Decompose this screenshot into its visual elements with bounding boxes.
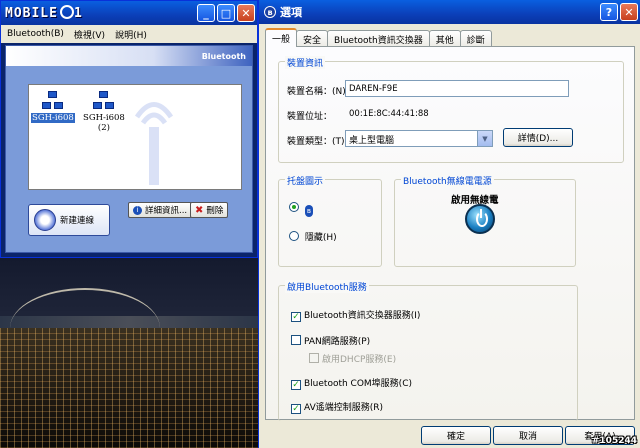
service-exchanger-checkbox[interactable]: ✓ bbox=[291, 312, 301, 322]
device-type-select[interactable]: 桌上型電腦 ▼ bbox=[345, 130, 493, 147]
service-av-remote-label: AV遙端控制服務(R) bbox=[304, 403, 384, 413]
tray-hide-radio[interactable] bbox=[289, 231, 299, 241]
maximize-button[interactable]: □ bbox=[217, 4, 235, 22]
ok-button[interactable]: 確定 bbox=[421, 426, 491, 445]
device-item-2[interactable]: SGH-i608 (2) bbox=[83, 91, 125, 133]
delete-icon: ✖ bbox=[195, 204, 204, 216]
service-av-remote-checkbox[interactable]: ✓ bbox=[291, 404, 301, 414]
signal-watermark-icon bbox=[134, 102, 174, 185]
service-pan-label: PAN網路服務(P) bbox=[304, 337, 371, 347]
cancel-button[interactable]: 取消 bbox=[493, 426, 563, 445]
info-icon: i bbox=[133, 205, 142, 215]
menu-bluetooth[interactable]: Bluetooth(B) bbox=[7, 29, 64, 39]
left-titlebar[interactable]: MOBILE 1 _ □ ✕ bbox=[1, 1, 257, 25]
tray-icon-legend: 托盤圖示 bbox=[285, 174, 326, 187]
tab-strip: 一般 安全 Bluetooth資訊交換器 其他 診斷 bbox=[265, 28, 492, 47]
dialog-close-button[interactable]: ✕ bbox=[620, 3, 638, 21]
tray-show-radio[interactable] bbox=[289, 202, 299, 212]
wallpaper-bridge bbox=[10, 288, 160, 328]
dialog-title: 選項 bbox=[280, 6, 302, 19]
options-dialog: ʙ 選項 ? ✕ 一般 安全 Bluetooth資訊交換器 其他 診斷 裝置資訊… bbox=[258, 0, 640, 448]
service-exchanger[interactable]: ✓ Bluetooth資訊交換器服務(I) bbox=[291, 308, 420, 322]
computer-network-icon bbox=[41, 91, 64, 111]
device-address-label: 裝置位址： bbox=[287, 112, 333, 122]
device-name-2: SGH-i608 bbox=[83, 113, 125, 123]
service-dhcp-checkbox bbox=[309, 353, 319, 363]
service-av-remote[interactable]: ✓ AV遙端控制服務(R) bbox=[291, 400, 383, 414]
dialog-titlebar[interactable]: ʙ 選項 ? ✕ bbox=[259, 0, 640, 24]
device-name-label: 裝置名稱：(N) bbox=[287, 87, 346, 97]
device-item-1[interactable]: SGH-i608 bbox=[31, 91, 75, 123]
details-label: 詳細資訊... bbox=[145, 206, 188, 216]
device-address-value: 00:1E:8C:44:41:88 bbox=[349, 109, 429, 119]
services-group: 啟用Bluetooth服務 ✓ Bluetooth資訊交換器服務(I) PAN網路… bbox=[278, 280, 578, 421]
general-tab-panel: 裝置資訊 裝置名稱：(N) 裝置位址： 00:1E:8C:44:41:88 裝置… bbox=[265, 46, 635, 421]
desktop-wallpaper bbox=[0, 258, 258, 448]
tray-hide-label: 隱藏(H) bbox=[304, 233, 337, 243]
computer-network-icon bbox=[92, 91, 115, 111]
new-connection-label: 新建連線 bbox=[60, 216, 95, 226]
mobile01-logo: MOBILE 1 bbox=[5, 5, 83, 21]
service-dhcp: 啟用DHCP服務(E) bbox=[309, 352, 396, 365]
left-window-body: Bluetooth SGH-i608 SGH-i608 (2) 新建連線 i 詳… bbox=[5, 45, 253, 253]
new-connection-button[interactable]: 新建連線 bbox=[28, 204, 110, 236]
tab-exchanger[interactable]: Bluetooth資訊交換器 bbox=[327, 30, 430, 47]
tray-show-option[interactable]: ʙ bbox=[289, 202, 313, 217]
close-button[interactable]: ✕ bbox=[237, 4, 255, 22]
left-menubar: Bluetooth(B) 檢視(V) 說明(H) bbox=[1, 25, 257, 43]
device-details-button[interactable]: 詳情(D)... bbox=[503, 128, 573, 147]
watermark-id: #105244 bbox=[591, 436, 637, 446]
new-connection-icon bbox=[34, 209, 56, 231]
device-name-1: SGH-i608 bbox=[31, 113, 75, 123]
tray-hide-option[interactable]: 隱藏(H) bbox=[289, 230, 337, 243]
service-dhcp-label: 啟用DHCP服務(E) bbox=[322, 355, 397, 365]
delete-label: 刪除 bbox=[206, 206, 224, 216]
radio-power-legend: Bluetooth無線電電源 bbox=[401, 174, 494, 187]
tab-security[interactable]: 安全 bbox=[296, 30, 329, 47]
service-com-checkbox[interactable]: ✓ bbox=[291, 380, 301, 390]
device-type-label: 裝置類型：(T) bbox=[287, 137, 345, 147]
delete-button[interactable]: ✖ 刪除 bbox=[190, 202, 229, 218]
tab-general[interactable]: 一般 bbox=[265, 28, 298, 47]
device-info-legend: 裝置資訊 bbox=[285, 56, 326, 69]
bluetooth-brand: Bluetooth bbox=[201, 51, 246, 61]
device-type-value: 桌上型電腦 bbox=[349, 136, 395, 146]
bluetooth-tray-icon: ʙ bbox=[304, 205, 313, 217]
tab-other[interactable]: 其他 bbox=[428, 30, 461, 47]
minimize-button[interactable]: _ bbox=[197, 4, 215, 22]
bluetooth-icon: ʙ bbox=[264, 6, 276, 18]
power-toggle-button[interactable] bbox=[465, 204, 495, 234]
menu-view[interactable]: 檢視(V) bbox=[74, 28, 105, 41]
services-legend: 啟用Bluetooth服務 bbox=[285, 280, 369, 293]
bluetooth-places-window: MOBILE 1 _ □ ✕ Bluetooth(B) 檢視(V) 說明(H) B… bbox=[0, 0, 258, 258]
radio-power-group: Bluetooth無線電電源 啟用無線電 bbox=[394, 174, 576, 267]
bluetooth-brand-band: Bluetooth bbox=[6, 46, 252, 66]
details-button[interactable]: i 詳細資訊... bbox=[128, 202, 193, 218]
service-pan-checkbox[interactable] bbox=[291, 335, 301, 345]
service-pan[interactable]: PAN網路服務(P) bbox=[291, 334, 370, 347]
help-button[interactable]: ? bbox=[600, 3, 618, 21]
chevron-down-icon: ▼ bbox=[477, 131, 492, 146]
device-list[interactable]: SGH-i608 SGH-i608 (2) bbox=[28, 84, 242, 190]
tab-diagnostics[interactable]: 診斷 bbox=[459, 30, 492, 47]
service-exchanger-label: Bluetooth資訊交換器服務(I) bbox=[304, 311, 421, 321]
wallpaper-city bbox=[0, 328, 258, 448]
service-com-label: Bluetooth COM埠服務(C) bbox=[304, 379, 412, 389]
tray-icon-group: 托盤圖示 ʙ 隱藏(H) bbox=[278, 174, 382, 267]
service-com[interactable]: ✓ Bluetooth COM埠服務(C) bbox=[291, 376, 412, 390]
device-name-input[interactable] bbox=[345, 80, 569, 97]
menu-help[interactable]: 說明(H) bbox=[115, 28, 147, 41]
device-sub-2: (2) bbox=[97, 123, 110, 133]
device-info-group: 裝置資訊 裝置名稱：(N) 裝置位址： 00:1E:8C:44:41:88 裝置… bbox=[278, 56, 624, 163]
